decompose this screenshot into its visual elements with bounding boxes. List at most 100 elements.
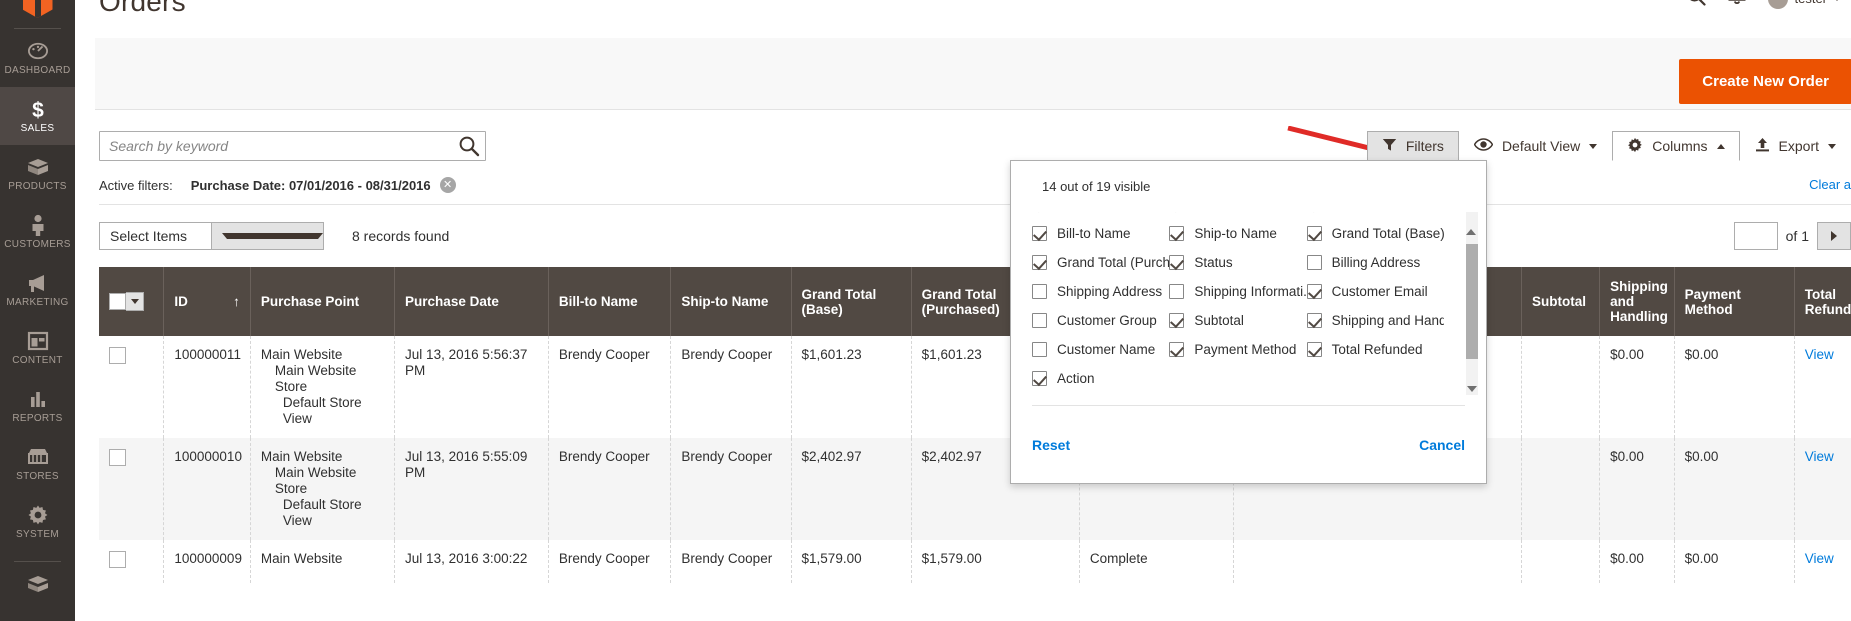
clear-all-link[interactable]: Clear a — [1809, 177, 1851, 192]
checkbox[interactable] — [1169, 342, 1185, 357]
row-select-cell[interactable] — [99, 540, 165, 583]
checkbox[interactable] — [1169, 255, 1185, 270]
row-checkbox[interactable] — [109, 347, 126, 364]
sidebar-item-system[interactable]: SYSTEM — [0, 493, 75, 551]
column-header-bill-to-name[interactable]: Bill-to Name — [548, 267, 672, 336]
select-items-dropdown[interactable]: Select Items — [99, 222, 324, 250]
cell-action[interactable]: View — [1794, 336, 1851, 438]
close-icon[interactable]: ✕ — [439, 177, 456, 193]
row-checkbox[interactable] — [109, 449, 126, 466]
sidebar-item-dashboard[interactable]: DASHBOARD — [0, 29, 75, 87]
column-option-ship-to-name[interactable]: Ship-to Name — [1169, 219, 1306, 248]
column-header-total-refunded[interactable]: Total Refunded — [1794, 267, 1851, 336]
column-header-ship-to-name[interactable]: Ship-to Name — [670, 267, 792, 336]
search-icon[interactable] — [1686, 0, 1707, 11]
view-order-link[interactable]: View — [1805, 449, 1834, 464]
columns-scrollbar[interactable] — [1466, 212, 1478, 395]
column-option-status[interactable]: Status — [1169, 248, 1306, 277]
bell-icon[interactable]: 1 — [1728, 0, 1747, 11]
sidebar-item-content[interactable]: CONTENT — [0, 319, 75, 377]
sidebar-item-products[interactable]: PRODUCTS — [0, 145, 75, 203]
sidebar-item-stores[interactable]: STORES — [0, 435, 75, 493]
checkbox[interactable] — [1032, 226, 1047, 241]
checkbox[interactable] — [1032, 284, 1047, 299]
checkbox[interactable] — [1169, 284, 1185, 299]
column-option-total-refunded[interactable]: Total Refunded — [1306, 335, 1444, 364]
view-order-link[interactable]: View — [1805, 551, 1834, 566]
column-option-purchase-date[interactable]: Purchase Date — [1307, 212, 1444, 219]
column-option-id[interactable]: ID — [1032, 212, 1169, 219]
column-option-billing-address[interactable]: Billing Address — [1306, 248, 1444, 277]
sidebar-item-reports[interactable]: REPORTS — [0, 377, 75, 435]
filters-button[interactable]: Filters — [1366, 131, 1459, 161]
sidebar-item-extensions[interactable] — [0, 562, 75, 608]
column-header-grand-total-base[interactable]: Grand Total (Base) — [791, 267, 912, 336]
admin-user-menu[interactable]: tester — [1768, 0, 1841, 9]
column-option-customer-name[interactable]: Customer Name — [1032, 335, 1169, 364]
row-select-cell[interactable] — [99, 438, 165, 540]
column-option-action[interactable]: Action — [1032, 364, 1169, 393]
select-all-checkbox[interactable] — [109, 293, 126, 310]
reset-columns-button[interactable]: Reset — [1032, 437, 1070, 453]
default-view-button[interactable]: Default View — [1459, 131, 1612, 161]
column-header-shipping-handling[interactable]: Shipping and Handling — [1599, 267, 1675, 336]
checkbox[interactable] — [1032, 371, 1047, 386]
column-option-customer-email[interactable]: Customer Email — [1306, 277, 1444, 306]
view-order-link[interactable]: View — [1805, 347, 1834, 362]
column-option-subtotal[interactable]: Subtotal — [1169, 306, 1306, 335]
checkbox[interactable] — [1169, 226, 1185, 241]
column-option-purchase-point[interactable]: Purchase Point — [1169, 212, 1306, 219]
column-option-grand-total-base[interactable]: Grand Total (Base) — [1306, 219, 1444, 248]
sidebar-item-customers[interactable]: CUSTOMERS — [0, 203, 75, 261]
export-button[interactable]: Export — [1740, 131, 1851, 161]
cell-status: Complete — [1079, 540, 1234, 583]
column-option-payment-method[interactable]: Payment Method — [1169, 335, 1306, 364]
column-option-bill-to-name[interactable]: Bill-to Name — [1032, 219, 1169, 248]
column-header-purchase-date[interactable]: Purchase Date — [394, 267, 549, 336]
column-option-grand-total-purchased[interactable]: Grand Total (Purch... — [1032, 248, 1169, 277]
search-input[interactable] — [100, 132, 485, 160]
columns-button[interactable]: Columns — [1612, 131, 1740, 161]
chevron-down-icon[interactable] — [126, 292, 144, 311]
row-select-cell[interactable] — [99, 336, 165, 438]
column-header-subtotal[interactable]: Subtotal — [1521, 267, 1601, 336]
column-option-shipping-information[interactable]: Shipping Informati... — [1169, 277, 1307, 306]
create-new-order-button[interactable]: Create New Order — [1679, 59, 1851, 104]
column-option-shipping-and-handling[interactable]: Shipping and Hand.. — [1306, 306, 1444, 335]
column-option-customer-group[interactable]: Customer Group — [1032, 306, 1169, 335]
column-header-purchase-point[interactable]: Purchase Point — [250, 267, 396, 336]
checkbox[interactable] — [1306, 226, 1322, 241]
row-checkbox[interactable] — [109, 551, 126, 568]
sidebar-item-sales[interactable]: $ SALES — [0, 87, 75, 145]
search-submit-button[interactable] — [457, 135, 481, 159]
scrollbar-thumb[interactable] — [1466, 244, 1478, 359]
table-row[interactable]: 100000009 Main Website Jul 13, 2016 3:00… — [99, 540, 1851, 583]
checkbox[interactable] — [1306, 313, 1322, 328]
column-header-id[interactable]: ID ↑ — [163, 267, 251, 336]
checkbox[interactable] — [1169, 313, 1185, 328]
checkbox[interactable] — [1306, 284, 1322, 299]
columns-visible-count: 14 out of 19 visible — [1042, 179, 1151, 194]
checkbox[interactable] — [1032, 255, 1047, 270]
cell-action[interactable]: View — [1794, 438, 1851, 540]
cancel-columns-button[interactable]: Cancel — [1419, 437, 1465, 453]
scroll-up-icon[interactable] — [1466, 212, 1476, 235]
cell-purchase-date: Jul 13, 2016 5:56:37 PM — [394, 336, 549, 438]
table-row[interactable]: 100000011 Main Website Main Website Stor… — [99, 336, 1851, 438]
checkbox[interactable] — [1306, 255, 1322, 270]
checkbox[interactable] — [1032, 313, 1047, 328]
scroll-down-icon[interactable] — [1467, 386, 1477, 392]
option-label: Shipping Address — [1057, 284, 1163, 299]
page-header: Orders 1 tester — [75, 0, 1851, 32]
column-option-shipping-address[interactable]: Shipping Address — [1032, 277, 1169, 306]
next-page-button[interactable] — [1817, 222, 1851, 250]
page-number-input[interactable] — [1733, 222, 1778, 250]
table-row[interactable]: 100000010 Main Website Main Website Stor… — [99, 438, 1851, 540]
cell-purchase-point: Main Website Main Website Store Default … — [250, 438, 396, 540]
cell-action[interactable]: View — [1794, 540, 1851, 583]
column-header-payment-method[interactable]: Payment Method — [1674, 267, 1795, 336]
sidebar-item-marketing[interactable]: MARKETING — [0, 261, 75, 319]
checkbox[interactable] — [1306, 342, 1322, 357]
checkbox[interactable] — [1032, 342, 1047, 357]
select-all-column[interactable] — [99, 267, 165, 336]
